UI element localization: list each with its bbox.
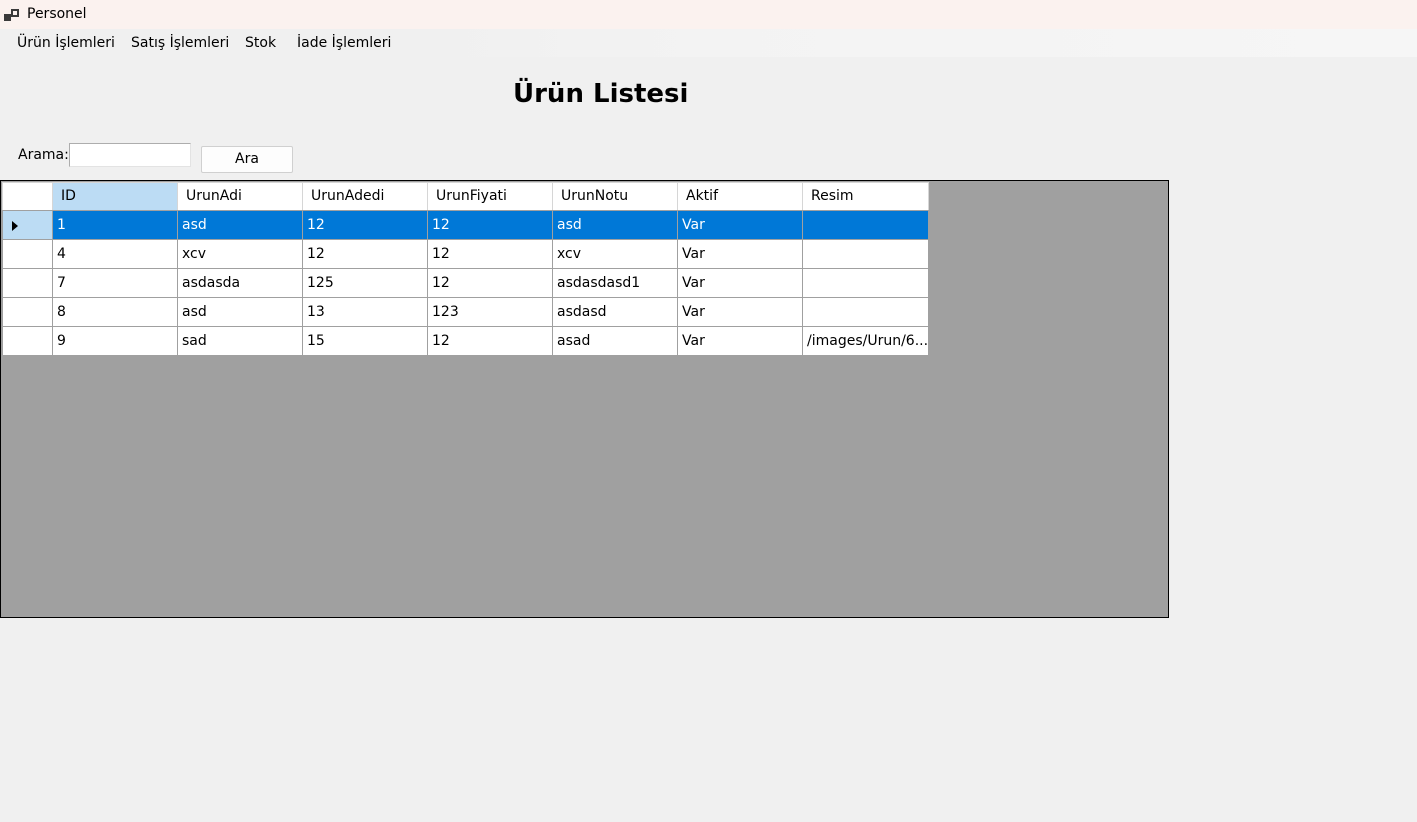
cell-resim[interactable] xyxy=(801,297,930,327)
cell-urunnotu[interactable]: asad xyxy=(552,326,678,356)
cell-urunadi[interactable]: asdasda xyxy=(177,268,303,298)
row-header[interactable] xyxy=(2,210,53,240)
cell-urunadi[interactable]: asd xyxy=(177,297,303,327)
main-window: Personel Ürün İşlemleri Satış İşlemleri … xyxy=(0,0,1417,822)
cell-aktif[interactable]: Var xyxy=(677,297,803,327)
table-row[interactable]: 8 asd 13 123 asdasd Var xyxy=(2,297,930,327)
cell-urunfiyati[interactable]: 12 xyxy=(427,239,553,269)
grid-corner-cell[interactable] xyxy=(2,182,53,211)
table-row[interactable]: 7 asdasda 125 12 asdasdasd1 Var xyxy=(2,268,930,298)
current-row-arrow-icon xyxy=(12,221,18,231)
cell-urunnotu[interactable]: xcv xyxy=(552,239,678,269)
row-header[interactable] xyxy=(2,268,53,298)
cell-resim[interactable] xyxy=(801,239,930,269)
cell-aktif[interactable]: Var xyxy=(677,326,803,356)
cell-id[interactable]: 9 xyxy=(52,326,178,356)
row-header[interactable] xyxy=(2,239,53,269)
column-header-urunfiyati[interactable]: UrunFiyati xyxy=(427,182,553,211)
cell-aktif[interactable]: Var xyxy=(677,210,803,240)
table-row[interactable]: 4 xcv 12 12 xcv Var xyxy=(2,239,930,269)
row-header[interactable] xyxy=(2,297,53,327)
cell-urunnotu[interactable]: asdasdasd1 xyxy=(552,268,678,298)
cell-urunnotu[interactable]: asdasd xyxy=(552,297,678,327)
cell-id[interactable]: 1 xyxy=(52,210,178,240)
cell-urunfiyati[interactable]: 12 xyxy=(427,326,553,356)
menu-item-urun-islemleri[interactable]: Ürün İşlemleri xyxy=(17,35,115,52)
cell-urunfiyati[interactable]: 12 xyxy=(427,210,553,240)
cell-urunfiyati[interactable]: 12 xyxy=(427,268,553,298)
cell-resim[interactable] xyxy=(801,210,930,240)
search-input[interactable] xyxy=(69,143,191,167)
cell-urunadi[interactable]: xcv xyxy=(177,239,303,269)
cell-resim[interactable] xyxy=(801,268,930,298)
cell-urunadi[interactable]: sad xyxy=(177,326,303,356)
column-header-urunadi[interactable]: UrunAdi xyxy=(177,182,303,211)
column-header-aktif[interactable]: Aktif xyxy=(677,182,803,211)
table-row[interactable]: 1 asd 12 12 asd Var xyxy=(2,210,930,240)
cell-id[interactable]: 4 xyxy=(52,239,178,269)
page-title: Ürün Listesi xyxy=(513,79,689,109)
cell-urunadedi[interactable]: 15 xyxy=(302,326,428,356)
cell-id[interactable]: 7 xyxy=(52,268,178,298)
cell-aktif[interactable]: Var xyxy=(677,239,803,269)
cell-urunadedi[interactable]: 125 xyxy=(302,268,428,298)
window-title: Personel xyxy=(27,6,87,22)
app-window-icon xyxy=(4,7,20,21)
cell-aktif[interactable]: Var xyxy=(677,268,803,298)
menu-bar: Ürün İşlemleri Satış İşlemleri Stok İade… xyxy=(0,29,1417,57)
cell-urunadedi[interactable]: 13 xyxy=(302,297,428,327)
search-label: Arama: xyxy=(18,147,69,163)
row-header[interactable] xyxy=(2,326,53,356)
column-header-id[interactable]: ID xyxy=(52,182,178,211)
menu-item-stok[interactable]: Stok xyxy=(245,35,276,52)
cell-urunadedi[interactable]: 12 xyxy=(302,210,428,240)
cell-urunadi[interactable]: asd xyxy=(177,210,303,240)
cell-resim[interactable]: /images/Urun/6... xyxy=(801,326,930,356)
column-header-urunnotu[interactable]: UrunNotu xyxy=(552,182,678,211)
cell-id[interactable]: 8 xyxy=(52,297,178,327)
menu-item-satis-islemleri[interactable]: Satış İşlemleri xyxy=(131,35,229,52)
cell-urunnotu[interactable]: asd xyxy=(552,210,678,240)
cell-urunadedi[interactable]: 12 xyxy=(302,239,428,269)
product-table: ID UrunAdi UrunAdedi UrunFiyati UrunNotu… xyxy=(2,182,930,356)
title-bar: Personel xyxy=(0,0,1417,29)
table-row[interactable]: 9 sad 15 12 asad Var /images/Urun/6... xyxy=(2,326,930,356)
header-row: ID UrunAdi UrunAdedi UrunFiyati UrunNotu… xyxy=(2,182,930,211)
menu-item-iade-islemleri[interactable]: İade İşlemleri xyxy=(297,35,391,52)
search-button[interactable]: Ara xyxy=(201,146,293,173)
column-header-resim[interactable]: Resim xyxy=(801,182,930,211)
product-grid[interactable]: ID UrunAdi UrunAdedi UrunFiyati UrunNotu… xyxy=(0,180,1169,618)
column-header-urunadedi[interactable]: UrunAdedi xyxy=(302,182,428,211)
cell-urunfiyati[interactable]: 123 xyxy=(427,297,553,327)
